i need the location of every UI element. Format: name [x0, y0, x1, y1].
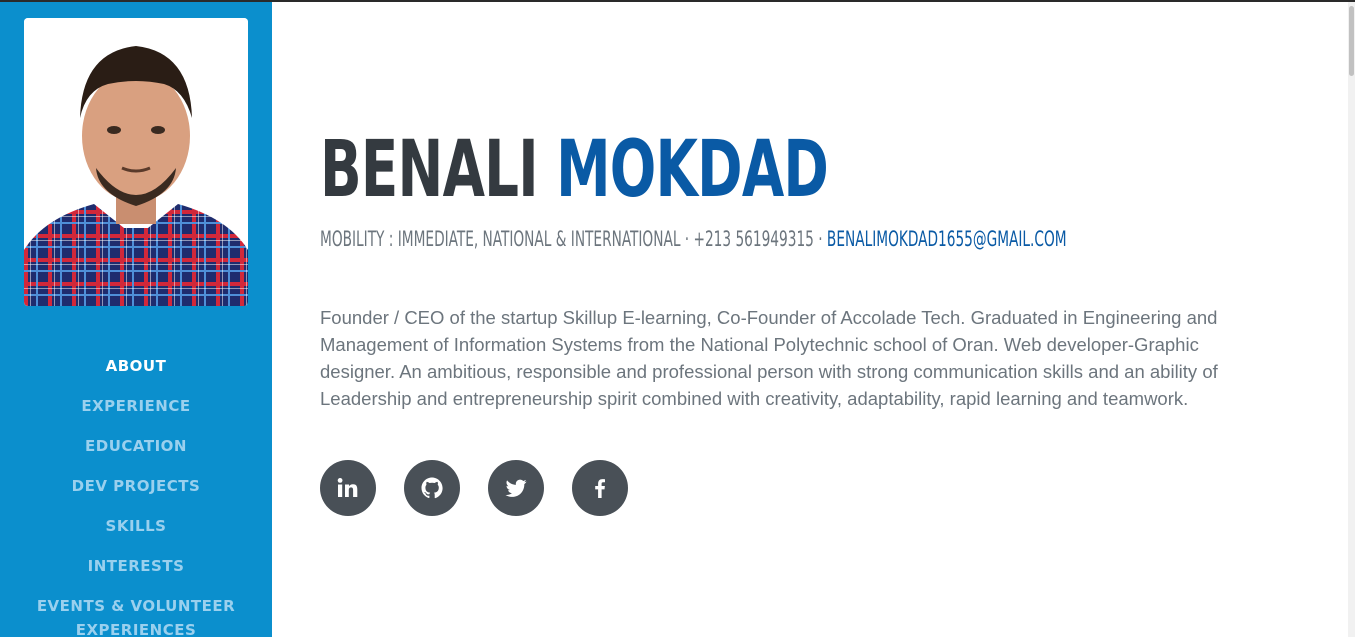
last-name: MOKDAD — [556, 125, 829, 215]
page-scrollbar[interactable] — [1348, 2, 1355, 637]
sidebar: ABOUT EXPERIENCE EDUCATION DEV PROJECTS … — [0, 2, 272, 637]
github-button[interactable] — [404, 460, 460, 516]
nav-item-skills[interactable]: SKILLS — [0, 514, 272, 538]
profile-photo — [24, 18, 248, 306]
nav-item-interests[interactable]: INTERESTS — [0, 554, 272, 578]
github-icon — [421, 477, 443, 499]
scrollbar-thumb[interactable] — [1349, 6, 1354, 76]
nav-item-about[interactable]: ABOUT — [0, 354, 272, 378]
nav-item-experience[interactable]: EXPERIENCE — [0, 394, 272, 418]
linkedin-button[interactable] — [320, 460, 376, 516]
nav-item-dev-projects[interactable]: DEV PROJECTS — [0, 474, 272, 498]
email-link[interactable]: BENALIMOKDAD1655@GMAIL.COM — [827, 227, 1067, 251]
twitter-icon — [505, 479, 527, 497]
contact-subheading: MOBILITY : IMMEDIATE, NATIONAL & INTERNA… — [320, 226, 1067, 252]
facebook-icon — [595, 479, 605, 498]
social-icons — [320, 460, 656, 516]
twitter-button[interactable] — [488, 460, 544, 516]
page-title: BENALI MOKDAD — [320, 120, 829, 220]
mobility-phone-text: MOBILITY : IMMEDIATE, NATIONAL & INTERNA… — [320, 227, 827, 251]
facebook-button[interactable] — [572, 460, 628, 516]
about-section: BENALI MOKDAD MOBILITY : IMMEDIATE, NATI… — [272, 2, 1348, 637]
about-paragraph: Founder / CEO of the startup Skillup E-l… — [320, 307, 1218, 409]
nav-item-education[interactable]: EDUCATION — [0, 434, 272, 458]
linkedin-icon — [337, 478, 358, 497]
first-name: BENALI — [320, 125, 539, 215]
nav-item-events-volunteer[interactable]: EVENTS & VOLUNTEER EXPERIENCES — [0, 594, 272, 637]
nav-menu: ABOUT EXPERIENCE EDUCATION DEV PROJECTS … — [0, 354, 272, 637]
